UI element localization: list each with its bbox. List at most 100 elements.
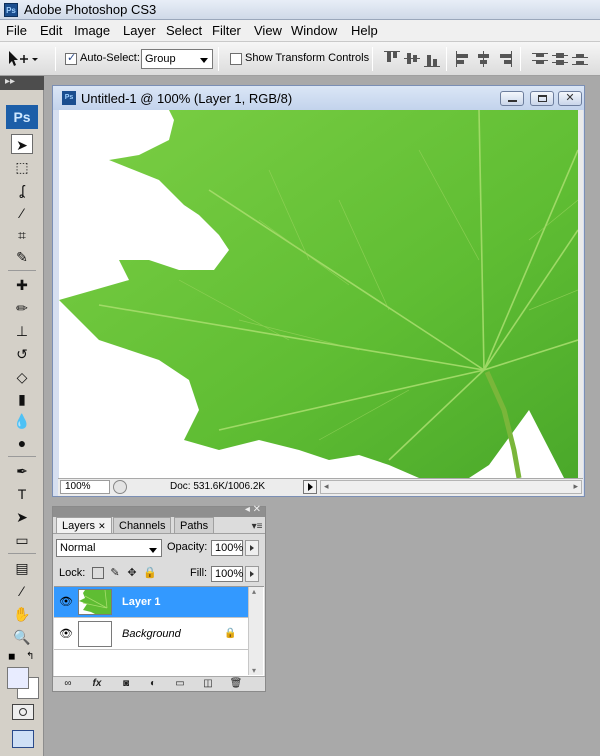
lock-icon: 🔒 (224, 628, 237, 639)
lock-transparent-pixels-icon[interactable] (92, 567, 104, 579)
show-transform-checkbox[interactable] (230, 53, 242, 65)
layer-row-layer-1[interactable]: 👁 Layer 1 (54, 587, 248, 618)
options-bar: Auto-Select: Show Transform Controls (0, 42, 600, 76)
close-tab-icon[interactable]: ✕ (98, 521, 106, 531)
history-brush-tool-icon[interactable]: ↺ (11, 344, 33, 364)
type-tool-icon[interactable]: T (11, 484, 33, 504)
eye-icon[interactable]: 👁 (59, 628, 73, 640)
opacity-slider-button[interactable] (245, 540, 259, 556)
distribute-center-icon[interactable] (552, 51, 568, 67)
lock-image-pixels-icon[interactable]: ✎ (109, 567, 121, 579)
menu-layer[interactable]: Layer (123, 23, 156, 38)
panel-menu-icon[interactable]: ▾≡ (250, 521, 264, 533)
shape-tool-icon[interactable]: ▭ (11, 530, 33, 550)
menu-file[interactable]: File (6, 23, 27, 38)
swap-colors-icon[interactable]: ↰ (26, 651, 34, 662)
blend-mode-dropdown[interactable]: Normal (56, 539, 162, 557)
path-selection-tool-icon[interactable]: ➤ (11, 507, 33, 527)
lasso-tool-icon[interactable]: ʆ (11, 180, 33, 200)
default-colors-icon[interactable]: ◼ (8, 651, 15, 662)
tab-paths[interactable]: Paths (174, 517, 215, 534)
hand-tool-icon[interactable]: ✋ (11, 604, 33, 624)
horizontal-scrollbar[interactable]: ◂ ▸ (320, 480, 582, 494)
fill-field[interactable]: 100% (211, 566, 243, 582)
pen-tool-icon[interactable]: ✒ (11, 461, 33, 481)
crop-tool-icon[interactable]: ⌗ (11, 225, 33, 245)
magic-wand-tool-icon[interactable]: ⁄ (11, 203, 33, 223)
fill-label: Fill: (190, 567, 208, 579)
eyedropper-tool-icon[interactable]: ⁄ (11, 581, 33, 601)
lock-all-icon[interactable]: 🔒 (143, 567, 157, 579)
lock-position-icon[interactable]: ✥ (126, 567, 138, 579)
zoom-field[interactable]: 100% (60, 480, 110, 494)
chevron-down-icon (149, 548, 157, 553)
panel-grip[interactable]: ◂ ✕ (53, 504, 265, 517)
dodge-tool-icon[interactable]: ● (11, 433, 33, 453)
close-button[interactable]: ✕ (558, 91, 582, 106)
blur-tool-icon[interactable]: 💧 (11, 411, 33, 431)
link-layers-icon[interactable]: ∞ (60, 678, 76, 690)
photoshop-logo[interactable]: Ps (6, 105, 38, 129)
tab-layers[interactable]: Layers ✕ (56, 517, 112, 534)
menu-help[interactable]: Help (351, 23, 378, 38)
blend-mode-value: Normal (60, 542, 96, 554)
maximize-button[interactable] (530, 91, 554, 106)
menu-edit[interactable]: Edit (40, 23, 62, 38)
align-left-icon[interactable] (456, 51, 472, 67)
vertical-scrollbar[interactable] (578, 110, 583, 478)
distribute-top-icon[interactable] (532, 51, 548, 67)
scroll-left-icon[interactable]: ◂ (324, 481, 329, 492)
new-group-icon[interactable]: ▭ (172, 678, 188, 690)
scroll-right-icon[interactable]: ▸ (573, 481, 578, 492)
leaf-image (59, 110, 578, 478)
healing-brush-tool-icon[interactable]: ✚ (11, 275, 33, 295)
tab-channels[interactable]: Channels (113, 517, 172, 534)
move-tool-icon[interactable]: ➤ (11, 134, 33, 154)
align-horizontal-center-icon[interactable] (476, 51, 492, 67)
clone-stamp-tool-icon[interactable]: ⊥ (11, 321, 33, 341)
toolbox-grip[interactable]: ▸▸ (0, 76, 44, 90)
menu-view[interactable]: View (254, 23, 282, 38)
delete-layer-icon[interactable]: 🗑 (228, 678, 244, 690)
menu-filter[interactable]: Filter (212, 23, 241, 38)
align-vertical-center-icon[interactable] (404, 51, 420, 67)
lock-label: Lock: (59, 567, 86, 579)
align-right-icon[interactable] (496, 51, 512, 67)
layer-name: Background (122, 628, 181, 640)
layer-row-background[interactable]: 👁 Background 🔒 (54, 619, 248, 650)
menu-image[interactable]: Image (74, 23, 110, 38)
add-mask-icon[interactable]: ◙ (118, 678, 134, 690)
slice-tool-icon[interactable]: ✎ (11, 247, 33, 267)
auto-select-checkbox[interactable] (65, 51, 77, 65)
menu-window[interactable]: Window (291, 23, 337, 38)
auto-select-value: Group (145, 53, 176, 65)
minimize-button[interactable] (500, 91, 524, 106)
gradient-tool-icon[interactable]: ▮ (11, 389, 33, 409)
auto-select-dropdown[interactable]: Group (141, 49, 213, 69)
notes-tool-icon[interactable]: ▤ (11, 558, 33, 578)
align-top-icon[interactable] (384, 51, 400, 67)
opacity-field[interactable]: 100% (211, 540, 243, 556)
menu-bar: File Edit Image Layer Select Filter View… (0, 20, 600, 42)
menu-select[interactable]: Select (166, 23, 202, 38)
tool-preset-picker[interactable] (5, 49, 39, 69)
distribute-bottom-icon[interactable] (572, 51, 588, 67)
align-bottom-icon[interactable] (424, 51, 440, 67)
screen-mode-icon[interactable] (12, 730, 34, 748)
eye-icon[interactable]: 👁 (59, 596, 73, 608)
tab-layers-label: Layers (62, 520, 96, 532)
fill-slider-button[interactable] (245, 566, 259, 582)
quick-mask-icon[interactable] (12, 704, 34, 720)
layers-scrollbar[interactable]: ▴ ▾ (248, 587, 263, 675)
marquee-tool-icon[interactable]: ⬚ (11, 157, 33, 177)
zoom-tool-icon[interactable]: 🔍 (11, 627, 33, 647)
brush-tool-icon[interactable]: ✏ (11, 298, 33, 318)
layer-style-icon[interactable]: fx (89, 678, 105, 690)
foreground-color-swatch[interactable] (7, 667, 29, 689)
status-menu-button[interactable] (303, 480, 317, 494)
adjustment-layer-icon[interactable]: ◐ (145, 678, 161, 690)
canvas[interactable] (59, 110, 578, 478)
eraser-tool-icon[interactable]: ◇ (11, 367, 33, 387)
new-layer-icon[interactable]: ◫ (200, 678, 216, 690)
zoom-navigator-icon[interactable] (113, 480, 127, 494)
